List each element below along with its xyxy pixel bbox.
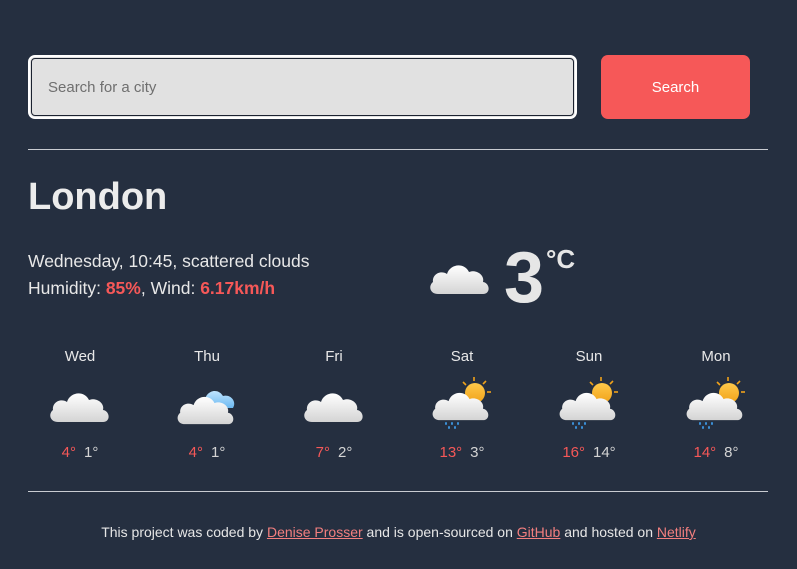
forecast-temps: 13° 3° [398,444,526,461]
bottom-divider [28,491,768,492]
forecast-day-name: Fri [325,348,343,365]
forecast-max-temp: 14° [693,444,717,461]
forecast: Wed 4° 1° Thu 4° 1° Fri 7° 2° Sat 13° 3°… [16,346,780,476]
forecast-min-temp: 1° [211,444,226,461]
forecast-day: Mon 14° 8° [652,346,780,476]
wind-label: Wind: [150,278,196,298]
forecast-day: Thu 4° 1° [143,346,271,476]
current-weather: 3 °C [428,240,598,320]
forecast-day: Sat 13° 3° [398,346,526,476]
forecast-max-temp: 7° [315,444,330,461]
forecast-temps: 16° 14° [525,444,653,461]
datetime-description-line: Wednesday, 10:45, scattered clouds [28,251,310,271]
wind-value: 6.17km/h [200,278,276,298]
forecast-temps: 4° 1° [143,444,271,461]
sun-rain-icon [432,377,491,429]
forecast-temps: 4° 1° [16,444,144,461]
footer: This project was coded by Denise Prosser… [0,524,797,540]
cloud-icon [177,390,235,425]
datetime: Wednesday, 10:45 [28,251,173,271]
forecast-day-name: Mon [701,348,731,365]
city-name: London [28,176,168,218]
weather-description: scattered clouds [182,251,310,271]
forecast-min-temp: 8° [724,444,739,461]
forecast-day: Fri 7° 2° [270,346,398,476]
forecast-min-temp: 14° [593,444,616,461]
github-link[interactable]: GitHub [517,524,561,540]
forecast-max-temp: 16° [562,444,585,461]
cloud-icon [304,393,363,422]
humidity-wind-line: Humidity: 85%, Wind: 6.17km/h [28,278,276,298]
forecast-temps: 7° 2° [270,444,398,461]
top-divider [28,149,768,150]
temperature-unit: °C [546,244,576,274]
forecast-min-temp: 2° [338,444,353,461]
weather-details: Wednesday, 10:45, scattered clouds Humid… [28,248,310,302]
forecast-max-temp: 13° [439,444,463,461]
cloud-icon [428,254,492,298]
search-form: Search [28,55,750,119]
forecast-temps: 14° 8° [652,444,780,461]
forecast-min-temp: 1° [84,444,99,461]
forecast-day-name: Sun [575,348,603,365]
humidity-value: 85% [105,278,141,298]
sun-rain-icon [686,377,745,429]
footer-text: and hosted on [564,524,653,540]
forecast-min-temp: 3° [470,444,485,461]
weather-app: Search London Wednesday, 10:45, scattere… [0,0,797,569]
search-button[interactable]: Search [601,55,750,119]
cloud-icon [50,393,109,422]
search-input[interactable] [28,55,577,119]
forecast-day-name: Wed [64,348,96,365]
current-temperature: 3 [504,238,545,318]
footer-text: and is open-sourced on [366,524,513,540]
netlify-link[interactable]: Netlify [657,524,696,540]
forecast-day: Wed 4° 1° [16,346,144,476]
forecast-day-name: Sat [450,348,474,365]
author-link[interactable]: Denise Prosser [267,524,363,540]
sun-rain-icon [559,377,618,429]
footer-text: This project was coded by [101,524,264,540]
humidity-label: Humidity: [28,278,101,298]
forecast-max-temp: 4° [188,444,203,461]
forecast-day-name: Thu [194,348,220,365]
forecast-day: Sun 16° 14° [525,346,653,476]
forecast-max-temp: 4° [61,444,76,461]
